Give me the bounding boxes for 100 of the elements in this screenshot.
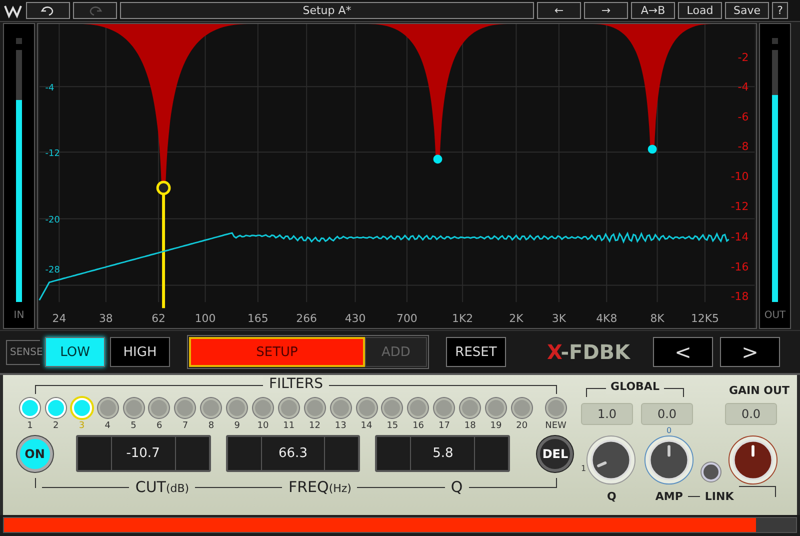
filter-number: 16 bbox=[412, 421, 424, 431]
toolbar-button[interactable]: Save bbox=[725, 2, 769, 19]
frequency-label: 24 bbox=[52, 312, 66, 326]
gain-knob[interactable] bbox=[728, 435, 778, 485]
filter-button[interactable] bbox=[408, 398, 428, 418]
delete-button[interactable]: DEL bbox=[537, 436, 573, 472]
filter-button[interactable] bbox=[252, 398, 273, 418]
filter-number: 7 bbox=[182, 421, 188, 431]
product-logo: X-FDBK bbox=[546, 340, 632, 364]
knob-tick-label: 1 bbox=[581, 464, 586, 473]
filter-button[interactable] bbox=[304, 398, 325, 418]
filter-handle[interactable] bbox=[648, 144, 657, 154]
toolbar-button[interactable]: ? bbox=[772, 2, 788, 19]
link-bracket bbox=[738, 486, 776, 497]
value-display: 1.0 bbox=[581, 403, 633, 425]
cut-label: -14 bbox=[730, 230, 749, 244]
value-field[interactable]: 66.3 bbox=[226, 435, 360, 472]
on-button[interactable]: ON bbox=[17, 436, 53, 472]
preset-name-field[interactable]: Setup A* bbox=[120, 2, 534, 19]
value-display: 0.0 bbox=[725, 403, 777, 425]
cut-label: -16 bbox=[730, 260, 749, 274]
filter-number: 10 bbox=[257, 421, 269, 431]
value-display: 0.0 bbox=[641, 403, 693, 425]
filter-number: 6 bbox=[156, 421, 162, 431]
filter-number: 11 bbox=[283, 421, 295, 431]
toolbar-button[interactable]: A→B bbox=[631, 2, 675, 19]
frequency-label: 700 bbox=[396, 312, 418, 326]
toolbar-button[interactable]: Load bbox=[678, 2, 722, 19]
filter-number: 13 bbox=[334, 421, 346, 431]
sense-label: SENSE bbox=[6, 340, 40, 364]
link-button[interactable] bbox=[700, 461, 722, 483]
filter-number: 15 bbox=[386, 421, 398, 431]
frequency-label: 165 bbox=[248, 312, 268, 326]
sense-mode-button[interactable]: LOW bbox=[45, 337, 105, 367]
filter-number: 3 bbox=[78, 421, 85, 431]
frequency-label: 266 bbox=[296, 312, 317, 326]
knob-label: Q bbox=[607, 490, 616, 502]
cut-label: -12 bbox=[730, 200, 749, 213]
frequency-label: 62 bbox=[152, 312, 166, 326]
filter-number: 1 bbox=[27, 421, 33, 431]
parameter-label: Q bbox=[450, 478, 463, 496]
nav-button[interactable]: < bbox=[653, 337, 713, 367]
level-label: -28 bbox=[45, 265, 60, 276]
sense-mode-button[interactable]: HIGH bbox=[110, 337, 170, 367]
toolbar-button[interactable]: → bbox=[584, 2, 628, 19]
filter-number: 20 bbox=[516, 421, 528, 431]
frequency-label: 3K bbox=[552, 312, 566, 326]
filter-number: 4 bbox=[104, 421, 110, 431]
cut-label: -18 bbox=[730, 290, 749, 304]
filter-number: 18 bbox=[464, 421, 476, 431]
filter-button[interactable] bbox=[434, 398, 454, 418]
knob-label: LINK bbox=[704, 490, 734, 502]
filter-button[interactable] bbox=[98, 398, 118, 418]
filter-button[interactable] bbox=[149, 398, 170, 418]
filter-button[interactable] bbox=[486, 398, 506, 418]
filter-button[interactable] bbox=[382, 398, 402, 418]
cut-label: -10 bbox=[730, 170, 749, 183]
frequency-label: 2K bbox=[509, 312, 524, 326]
filter-button[interactable] bbox=[175, 398, 196, 418]
frequency-label: 4K8 bbox=[596, 312, 618, 326]
frequency-label: 1K2 bbox=[452, 312, 474, 326]
filter-button[interactable] bbox=[460, 398, 480, 418]
amp-knob[interactable] bbox=[644, 435, 694, 485]
meter-label: OUT bbox=[764, 310, 786, 321]
toolbar-button[interactable]: ← bbox=[537, 2, 581, 19]
filter-button[interactable] bbox=[356, 398, 377, 418]
q-knob[interactable] bbox=[586, 435, 636, 485]
value-field[interactable]: 5.8 bbox=[375, 435, 510, 472]
frequency-label: 12K5 bbox=[691, 312, 719, 326]
undo-icon bbox=[40, 4, 56, 16]
filter-handle[interactable] bbox=[156, 180, 171, 196]
reset-button[interactable]: RESET bbox=[446, 337, 506, 367]
knob-label: AMP bbox=[655, 490, 683, 502]
filter-button[interactable] bbox=[512, 398, 532, 418]
filter-button[interactable] bbox=[278, 398, 299, 418]
filter-number: 14 bbox=[360, 421, 372, 431]
filter-button[interactable] bbox=[201, 398, 222, 418]
nav-button[interactable]: > bbox=[720, 337, 780, 367]
parameter-label: CUT(dB) bbox=[135, 478, 190, 496]
parameter-label: FREQ(Hz) bbox=[288, 478, 352, 496]
filter-number: 8 bbox=[208, 421, 214, 431]
filter-button[interactable] bbox=[227, 398, 248, 418]
frequency-label: 100 bbox=[194, 312, 216, 326]
filter-handle[interactable] bbox=[433, 154, 442, 164]
frequency-label: 8K bbox=[650, 312, 664, 326]
redo-icon bbox=[87, 4, 103, 16]
level-label: -4 bbox=[45, 84, 54, 94]
value-field[interactable]: -10.7 bbox=[76, 435, 211, 472]
filter-number: 19 bbox=[490, 421, 502, 431]
meter-label: IN bbox=[14, 310, 24, 321]
new-filter-button[interactable] bbox=[546, 398, 566, 418]
filter-number: 9 bbox=[234, 421, 240, 431]
filter-button[interactable] bbox=[124, 398, 144, 418]
filter-button[interactable] bbox=[330, 398, 351, 418]
undo-button[interactable] bbox=[26, 2, 70, 19]
setup-button[interactable]: SETUP bbox=[189, 337, 365, 367]
frequency-label: 38 bbox=[98, 312, 113, 326]
new-filter-label: NEW bbox=[545, 421, 566, 431]
cut-label: -4 bbox=[738, 80, 749, 94]
cut-label: -2 bbox=[738, 50, 749, 64]
